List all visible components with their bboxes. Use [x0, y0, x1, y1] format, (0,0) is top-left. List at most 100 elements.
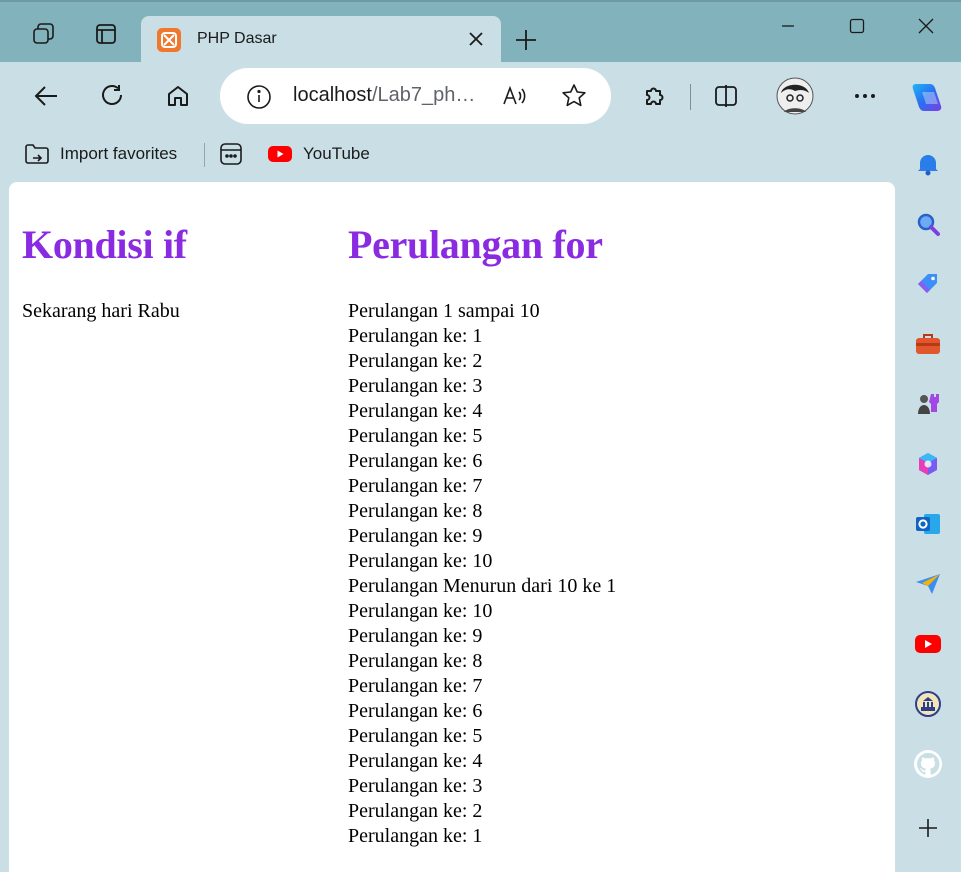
favorites-separator: [204, 143, 205, 167]
add-icon: [919, 819, 937, 837]
refresh-button[interactable]: [92, 76, 132, 116]
loop-line: Perulangan ke: 1: [348, 325, 483, 347]
toolbar: localhost/Lab7_ph…: [0, 62, 961, 130]
close-window-button[interactable]: [903, 8, 949, 44]
read-aloud-icon[interactable]: [500, 82, 528, 110]
tab-title: PHP Dasar: [197, 30, 277, 47]
new-tab-button[interactable]: [508, 22, 544, 58]
loop-line: Perulangan ke: 3: [348, 375, 483, 397]
notifications-button[interactable]: [912, 148, 944, 180]
home-button[interactable]: [158, 76, 198, 116]
maximize-icon: [849, 18, 865, 34]
import-favorites-label: Import favorites: [60, 144, 178, 163]
loop-line: Perulangan ke: 5: [348, 425, 483, 447]
institution-icon: [915, 691, 941, 717]
workspaces-icon: [33, 23, 54, 44]
favorite-star-icon[interactable]: [560, 82, 588, 110]
loop-line: Perulangan ke: 6: [348, 450, 483, 472]
loop-line: Perulangan ke: 7: [348, 675, 483, 697]
split-screen-icon: [715, 85, 737, 107]
youtube-sidebar-button[interactable]: [912, 628, 944, 660]
loop-line: Perulangan ke: 2: [348, 350, 483, 372]
send-button[interactable]: [912, 568, 944, 600]
info-icon[interactable]: [246, 84, 272, 110]
workspaces-button[interactable]: [20, 16, 66, 52]
apps-icon: [220, 143, 242, 165]
shopping-button[interactable]: [912, 268, 944, 300]
copilot-icon: [912, 84, 942, 111]
back-arrow-icon: [34, 86, 57, 106]
youtube-favorite[interactable]: YouTube: [267, 140, 370, 168]
address-bar[interactable]: localhost/Lab7_ph…: [220, 68, 611, 124]
institution-button[interactable]: [912, 688, 944, 720]
add-sidebar-app-button[interactable]: [912, 812, 944, 844]
loop-line: Perulangan Menurun dari 10 ke 1: [348, 575, 617, 597]
minimize-button[interactable]: [765, 8, 811, 44]
loop-output: Perulangan 1 sampai 10 Perulangan ke: 1 Pe…: [348, 299, 616, 849]
home-icon: [168, 86, 188, 106]
page-content: Kondisi if Sekarang hari Rabu Perulangan…: [9, 182, 895, 872]
avatar: [776, 77, 814, 115]
plus-icon: [516, 30, 536, 50]
loop-line: Perulangan ke: 7: [348, 475, 483, 497]
profile-button[interactable]: [775, 76, 815, 116]
tools-button[interactable]: [912, 328, 944, 360]
import-favorites-item[interactable]: Import favorites: [24, 140, 177, 168]
tab-php-dasar[interactable]: PHP Dasar: [141, 16, 501, 64]
maximize-button[interactable]: [834, 8, 880, 44]
kondisi-if-section: Kondisi if Sekarang hari Rabu: [22, 182, 187, 324]
shopping-tag-icon: [918, 274, 937, 293]
tab-actions-button[interactable]: [83, 16, 129, 52]
tab-actions-icon: [96, 24, 116, 44]
microsoft365-icon: [919, 453, 937, 475]
games-button[interactable]: [912, 388, 944, 420]
puzzle-icon: [646, 87, 664, 105]
loop-line: Perulangan ke: 2: [348, 800, 483, 822]
microsoft365-button[interactable]: [912, 448, 944, 480]
youtube-icon: [268, 146, 292, 162]
loop-line: Perulangan ke: 4: [348, 750, 483, 772]
github-icon: [914, 750, 942, 778]
split-screen-button[interactable]: [706, 76, 746, 116]
extensions-button[interactable]: [635, 76, 675, 116]
loop-line: Perulangan ke: 4: [348, 400, 483, 422]
import-folder-icon: [25, 144, 49, 164]
perulangan-for-heading: Perulangan for: [348, 222, 603, 267]
more-options-button[interactable]: [845, 76, 885, 116]
title-bar: PHP Dasar: [0, 0, 961, 64]
github-button[interactable]: [912, 748, 944, 780]
loop-line: Perulangan ke: 3: [348, 775, 483, 797]
favorites-bar: Import favorites YouTube: [0, 130, 900, 178]
url-text[interactable]: localhost/Lab7_ph…: [293, 84, 475, 107]
youtube-icon: [915, 635, 941, 653]
bell-icon: [918, 155, 938, 176]
search-sidebar-button[interactable]: [912, 208, 944, 240]
tools-icon: [916, 334, 940, 354]
close-window-icon: [918, 18, 934, 34]
tab-close-button[interactable]: [463, 26, 489, 52]
hari-text: Sekarang hari Rabu: [22, 300, 180, 322]
games-icon: [918, 394, 939, 414]
kondisi-if-heading: Kondisi if: [22, 222, 187, 267]
minimize-icon: [782, 25, 794, 27]
search-icon: [917, 213, 940, 236]
apps-item[interactable]: [219, 140, 243, 168]
loop-line: Perulangan ke: 1: [348, 825, 483, 847]
back-button[interactable]: [26, 76, 66, 116]
copilot-button[interactable]: [906, 76, 948, 118]
outlook-button[interactable]: [912, 508, 944, 540]
loop-line: Perulangan ke: 9: [348, 625, 483, 647]
edge-sidebar: [898, 130, 961, 864]
perulangan-for-section: Perulangan for Perulangan 1 sampai 10 Per…: [348, 182, 616, 849]
loop-line: Perulangan ke: 5: [348, 725, 483, 747]
refresh-icon: [102, 85, 122, 105]
loop-line: Perulangan ke: 8: [348, 500, 483, 522]
loop-line: Perulangan ke: 8: [348, 650, 483, 672]
loop-line: Perulangan ke: 10: [348, 550, 493, 572]
loop-line: Perulangan ke: 9: [348, 525, 483, 547]
url-host: localhost: [293, 84, 372, 106]
close-icon: [469, 32, 483, 46]
youtube-label: YouTube: [303, 144, 370, 163]
loop-line: Perulangan ke: 6: [348, 700, 483, 722]
loop-line: Perulangan ke: 10: [348, 600, 493, 622]
